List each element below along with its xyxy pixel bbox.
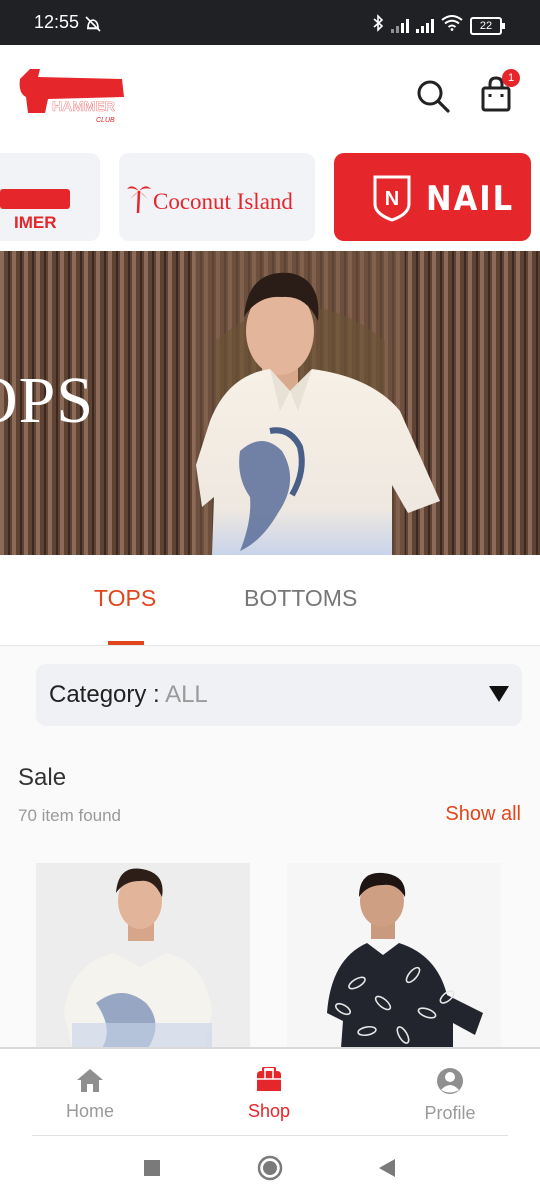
product-card[interactable] [36,863,250,1048]
search-button[interactable] [414,77,452,115]
product-content: Category : ALL Sale 70 item found Show a… [0,646,540,1048]
dropdown-arrow-icon [489,686,509,702]
banner-title: OPS [0,364,95,437]
brand-label: Coconut Island [153,189,293,214]
nav-label: Home [65,1101,114,1121]
brand-card-coconut-island[interactable]: Coconut Island [119,153,315,241]
app-header: HAMMER CLUB 1 [0,45,540,145]
category-value: ALL [165,681,208,708]
back-button[interactable] [378,1158,396,1183]
search-icon [417,80,450,113]
system-navigation-bar [0,1136,540,1200]
brand-label: NAIL [426,179,515,219]
square-icon [144,1160,160,1176]
palm-tree-icon [127,186,151,214]
bluetooth-icon [372,14,384,37]
cart-count-badge: 1 [502,69,520,87]
logo-subtext: CLUB [96,117,115,124]
brand-label: IMER [14,213,57,232]
hammer-club-logo[interactable]: HAMMER CLUB [18,67,128,127]
category-banner[interactable]: OPS [0,251,540,555]
category-label: Category : [49,681,166,708]
nail-shield-icon: N [373,175,411,222]
home-icon [77,1069,103,1092]
product-image [287,863,501,1048]
nav-profile[interactable]: Profile [395,1067,505,1124]
bottom-navigation: Home Shop Profile [0,1047,540,1137]
signal-icon-2 [416,18,434,33]
profile-icon [437,1068,463,1094]
svg-text:N: N [385,188,399,210]
nav-label: Profile [424,1103,476,1123]
back-triangle-icon [379,1159,395,1177]
tab-tops[interactable]: TOPS [94,585,156,612]
status-time: 12:55 [34,12,80,32]
brand-carousel: IMER Coconut Island N NAIL [0,150,540,245]
section-title: Sale [18,764,67,791]
nav-shop[interactable]: Shop [214,1066,324,1122]
tab-bottoms[interactable]: BOTTOMS [244,585,357,612]
active-tab-indicator [108,641,144,645]
sale-section: Sale 70 item found Show all [0,746,540,1048]
product-image [36,863,250,1048]
circle-icon [257,1155,283,1181]
shop-icon [257,1066,281,1091]
status-bar: 12:55 22 [0,0,540,45]
category-tabs: TOPS BOTTOMS [0,555,540,646]
nav-label: Shop [247,1101,291,1121]
show-all-link[interactable]: Show all [445,803,521,826]
brand-card-hammer[interactable]: IMER [0,153,100,241]
battery-icon: 22 [470,16,505,35]
recents-button[interactable] [143,1159,161,1182]
product-card[interactable] [287,863,501,1048]
home-system-button[interactable] [257,1155,283,1186]
brand-card-nail[interactable]: N NAIL [334,153,531,241]
cart-button[interactable]: 1 [478,69,520,115]
wifi-icon [441,15,463,36]
nav-home[interactable]: Home [35,1067,145,1122]
logo-text: HAMMER [52,98,115,114]
item-count: 70 item found [18,806,122,825]
do-not-disturb-icon [84,16,102,37]
signal-icon [391,18,409,33]
category-dropdown[interactable]: Category : ALL [36,664,522,726]
